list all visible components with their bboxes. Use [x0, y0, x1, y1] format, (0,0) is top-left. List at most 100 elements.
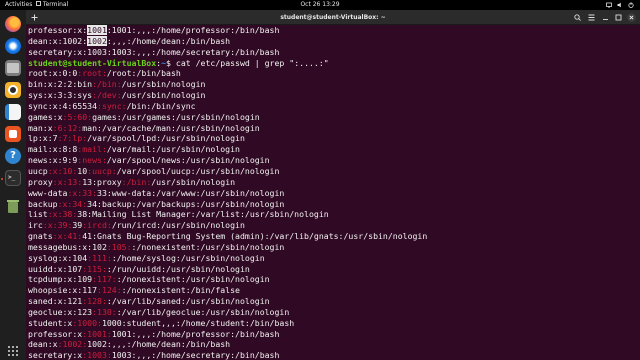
grep-match: :6:12: — [52, 122, 83, 133]
grep-match: :7:lp: — [57, 133, 88, 144]
top-bar: Activities Terminal Oct 26 13:29 — [0, 0, 640, 10]
grep-match: :root: — [77, 68, 107, 79]
grep-match: :5:60: — [62, 111, 93, 122]
rhythmbox-icon[interactable] — [5, 82, 21, 98]
terminal-text: :/var/lib/geoclue:/usr/sbin/nologin — [116, 306, 290, 317]
terminal-icon[interactable]: >_ — [5, 170, 21, 186]
terminal-text: /root:/bin/bash — [106, 68, 181, 79]
terminal-line: syslog:x:104:111::/home/syslog:/usr/sbin… — [28, 253, 640, 264]
terminal-text: :1001:,,,:/home/professor:/bin/bash — [106, 25, 280, 35]
grep-match: :x:34: — [57, 198, 88, 209]
terminal-text: news:x:9:9 — [28, 155, 78, 166]
grep-match: :sync: — [97, 100, 127, 111]
window-titlebar[interactable]: student@student-VirtualBox: ~ — [26, 10, 640, 25]
terminal-line: irc:x:39:39:ircd:/run/ircd:/usr/sbin/nol… — [28, 220, 640, 231]
terminal-line: mail:x:8:8:mail:/var/mail:/usr/sbin/nolo… — [28, 144, 640, 155]
clock[interactable]: Oct 26 13:29 — [0, 0, 640, 10]
terminal-text: /var/spool/lpd:/usr/sbin/nologin — [87, 133, 245, 144]
close-icon[interactable] — [627, 13, 636, 22]
terminal-line: root:x:0:0:root:/root:/bin/bash — [28, 68, 640, 79]
running-indicator — [1, 178, 3, 180]
terminal-line: backup:x:34:34:backup:/var/backups:/usr/… — [28, 199, 640, 210]
minimize-icon[interactable] — [602, 14, 609, 21]
system-tray[interactable] — [606, 0, 634, 10]
terminal-text: secretary:x:1003:1003:,,,:/home/secretar… — [28, 46, 280, 57]
terminal-text: root:x:0:0 — [28, 68, 78, 79]
terminal-text: geoclue:x:123 — [28, 306, 93, 317]
files-icon[interactable] — [5, 60, 21, 76]
terminal-line: games:x:5:60:games:/usr/games:/usr/sbin/… — [28, 112, 640, 123]
grep-match: :x:10: — [47, 165, 78, 176]
terminal-line: sync:x:4:65534:sync:/bin:/bin/sync — [28, 101, 640, 112]
thunderbird-icon[interactable] — [5, 38, 21, 54]
terminal-text: sync:x:4:65534 — [28, 100, 98, 111]
terminal-line: professor:x:1001:1001:,,,:/home/professo… — [28, 25, 640, 36]
grep-match: :128: — [82, 296, 107, 307]
trash-icon[interactable] — [5, 198, 21, 214]
terminal-line: dean:x:1002:1002:,,,:/home/dean:/bin/bas… — [28, 339, 640, 350]
terminal-line: bin:x:2:2:bin:/bin:/usr/sbin/nologin — [28, 79, 640, 90]
dock: ? >_ — [0, 10, 26, 360]
terminal-text: irc — [28, 220, 43, 231]
terminal-text: 1003:,,,:/home/secretary:/bin/bash — [111, 350, 280, 360]
terminal-line: gnats:x:41:41:Gnats Bug-Reporting System… — [28, 231, 640, 242]
grep-match: :/bin: — [121, 176, 152, 187]
grep-match: :124: — [97, 285, 122, 296]
terminal-text: /var/spool/news:/usr/sbin/nologin — [106, 155, 270, 166]
terminal-line: student@student-VirtualBox:~$ cat /etc/p… — [28, 58, 640, 69]
terminal-text: backup — [28, 198, 58, 209]
terminal-line: secretary:x:1003:1003:,,,:/home/secretar… — [28, 47, 640, 58]
terminal-text: dean:x:1002: — [28, 35, 88, 46]
terminal-text: man:/var/cache/man:/usr/sbin/nologin — [82, 122, 260, 133]
terminal-line: saned:x:121:128::/var/lib/saned:/usr/sbi… — [28, 296, 640, 307]
show-applications-icon[interactable] — [6, 344, 20, 358]
terminal-text: 34:backup:/var/backups:/usr/sbin/nologin — [87, 198, 285, 209]
help-icon[interactable]: ? — [5, 148, 21, 164]
libreoffice-writer-icon[interactable] — [5, 104, 21, 120]
grep-match: :117: — [92, 274, 117, 285]
search-icon[interactable] — [574, 14, 581, 21]
selected-text: 1002 — [87, 35, 107, 46]
grep-match: :x:13: — [52, 176, 83, 187]
grep-match: :x:33: — [67, 187, 98, 198]
terminal-text: :/nonexistent:/usr/sbin/nologin — [131, 241, 285, 252]
power-icon — [628, 2, 634, 8]
grep-match: :115: — [82, 263, 107, 274]
terminal-text: man:x — [28, 122, 53, 133]
menu-icon[interactable] — [588, 14, 595, 21]
selected-text: 1001 — [87, 25, 107, 35]
terminal-text: bin:x:2:2:bin — [28, 79, 93, 90]
maximize-icon[interactable] — [615, 14, 622, 21]
terminal-line: man:x:6:12:man:/var/cache/man:/usr/sbin/… — [28, 123, 640, 134]
terminal-text: games:x — [28, 111, 63, 122]
terminal-text: 41:Gnats Bug-Reporting System (admin):/v… — [82, 231, 428, 242]
terminal-text: 13:proxy — [82, 176, 122, 187]
software-icon[interactable] — [5, 126, 21, 142]
terminal-text: :,,,:/home/dean:/bin/bash — [106, 35, 231, 46]
terminal-output[interactable]: professor:x:1001:1001:,,,:/home/professo… — [26, 25, 640, 360]
terminal-text: /usr/sbin/nologin — [151, 176, 236, 187]
grep-match: :105: — [106, 241, 132, 252]
terminal-text: sys:x:3:3:sys — [28, 90, 93, 101]
terminal-text: 1001:,,,:/home/professor:/bin/bash — [111, 328, 280, 339]
terminal-line: messagebus:x:102:105::/nonexistent:/usr/… — [28, 242, 640, 253]
terminal-text: /var/spool/uucp:/usr/sbin/nologin — [116, 165, 280, 176]
terminal-text: /var/mail:/usr/sbin/nologin — [106, 144, 240, 155]
terminal-line: sys:x:3:3:sys:/dev:/usr/sbin/nologin — [28, 90, 640, 101]
grep-match: :/bin: — [92, 79, 122, 90]
grep-match: :x:38: — [47, 209, 78, 220]
terminal-text: :/var/lib/saned:/usr/sbin/nologin — [106, 296, 270, 307]
terminal-text: /usr/sbin/nologin — [121, 90, 206, 101]
firefox-icon[interactable] — [5, 16, 21, 32]
terminal-text: messagebus:x:102 — [28, 241, 107, 252]
terminal-line: uuidd:x:107:115::/run/uuidd:/usr/sbin/no… — [28, 264, 640, 275]
grep-match: :x:41: — [52, 231, 83, 242]
terminal-text: /usr/sbin/nologin — [121, 79, 206, 90]
terminal-text: /run/ircd:/usr/sbin/nologin — [111, 220, 245, 231]
terminal-text: student:x — [28, 317, 73, 328]
terminal-text: syslog:x:104 — [28, 252, 88, 263]
terminal-text: 38:Mailing List Manager:/var/list:/usr/s… — [77, 209, 329, 220]
terminal-line: dean:x:1002:1002:,,,:/home/dean:/bin/bas… — [28, 35, 640, 47]
terminal-text: professor:x — [28, 328, 83, 339]
terminal-text: professor:x: — [28, 25, 88, 35]
